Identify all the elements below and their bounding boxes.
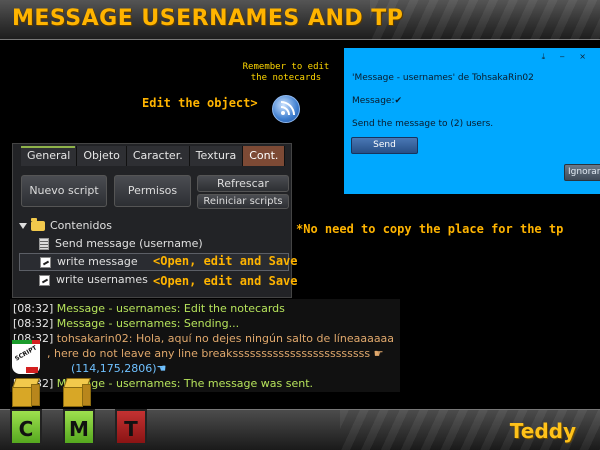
modify-button[interactable]: M xyxy=(63,409,95,445)
chat-line: [08:32] Message - usernames: Sending... xyxy=(13,317,240,330)
new-script-button[interactable]: Nuevo script xyxy=(21,175,107,207)
script-dialog: ⤓ ‒ × 'Message - usernames' de TohsakaRi… xyxy=(344,48,600,194)
box-icon xyxy=(61,378,93,410)
folder-label: Contenidos xyxy=(50,219,112,232)
brand-logo: Teddy xyxy=(509,419,576,443)
chevron-down-icon[interactable] xyxy=(19,223,27,229)
notecard-icon xyxy=(39,238,49,250)
no-copy-note: *No need to copy the place for the tp xyxy=(296,222,564,236)
tree-item-label: Send message (username) xyxy=(55,237,203,250)
chat-line: , here do not leave any line breakssssss… xyxy=(47,347,384,360)
tab-caracter[interactable]: Caracter. xyxy=(126,146,190,166)
edit-object-note: Edit the object> xyxy=(142,96,258,110)
dialog-send-line: Send the message to (2) users. xyxy=(352,119,494,129)
tab-general[interactable]: General xyxy=(21,146,78,166)
dialog-window-controls[interactable]: ⤓ ‒ × xyxy=(542,52,592,62)
tab-underline xyxy=(21,146,75,148)
send-button[interactable]: Send xyxy=(351,137,418,154)
permissions-button[interactable]: Permisos xyxy=(114,175,191,207)
rss-icon[interactable] xyxy=(272,95,300,123)
dialog-message-line: Message:✔ xyxy=(352,96,403,106)
notecard-icon xyxy=(39,274,50,286)
folder-icon xyxy=(31,218,45,231)
tree-folder[interactable]: Contenidos xyxy=(19,217,289,235)
tab-contents[interactable]: Cont. xyxy=(243,146,286,166)
banner-stripes xyxy=(370,0,600,40)
script-badge: SCRIPT xyxy=(12,340,40,374)
build-tabs: General Objeto Caracter. Textura Cont. xyxy=(21,146,286,166)
ignore-button[interactable]: Ignorar xyxy=(564,164,600,181)
remember-note: Remember to edit the notecards xyxy=(242,62,330,83)
chat-line: [08:32] tohsakarin02: Hola, aquí no deje… xyxy=(13,332,395,345)
refresh-button[interactable]: Refrescar xyxy=(197,175,289,192)
chat-line: [08:32] Message - usernames: Edit the no… xyxy=(13,302,285,315)
dialog-owner-line: 'Message - usernames' de TohsakaRin02 xyxy=(352,73,534,83)
transfer-button[interactable]: T xyxy=(115,409,147,445)
chat-line: (114,175,2806)☚ xyxy=(71,362,167,375)
open-edit-note: <Open, edit and Save xyxy=(153,254,298,268)
reset-scripts-button[interactable]: Reiniciar scripts xyxy=(197,194,289,209)
tree-item[interactable]: Send message (username) xyxy=(19,235,289,253)
open-edit-note: <Open, edit and Save xyxy=(153,274,298,288)
header-banner: MESSAGE USERNAMES AND TP xyxy=(0,0,600,40)
notecard-icon xyxy=(40,256,51,268)
tree-item-label: write message xyxy=(57,255,138,268)
copy-button[interactable]: C xyxy=(10,409,42,445)
tab-objeto[interactable]: Objeto xyxy=(77,146,127,166)
tab-textura[interactable]: Textura xyxy=(189,146,244,166)
box-icon xyxy=(10,378,42,410)
tree-item-label: write usernames xyxy=(56,273,148,286)
page-title: MESSAGE USERNAMES AND TP xyxy=(12,6,404,31)
